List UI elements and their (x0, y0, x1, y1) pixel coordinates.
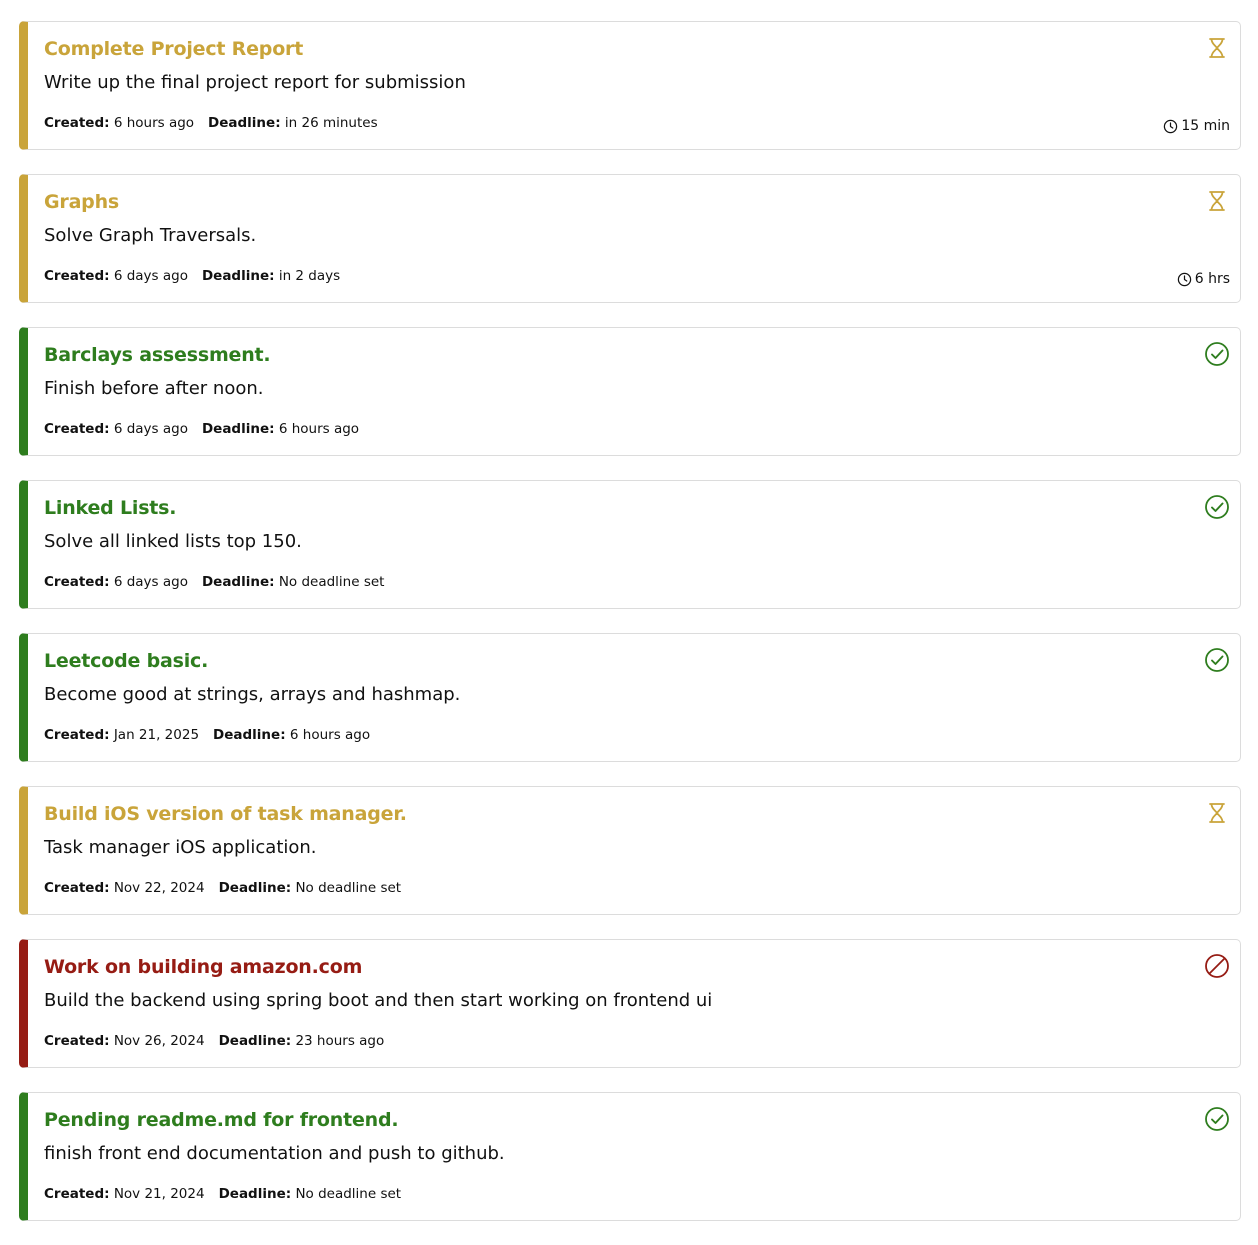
deadline-group: Deadline: No deadline set (219, 1186, 402, 1202)
deadline-group: Deadline: in 2 days (202, 268, 340, 284)
deadline-value: 6 hours ago (289, 727, 371, 743)
task-description: Task manager iOS application. (44, 837, 317, 858)
deadline-label: Deadline: (201, 268, 275, 284)
created-group: Created: 6 days ago (44, 421, 188, 437)
created-value: 6 hours ago (113, 115, 195, 131)
deadline-value: 6 hours ago (278, 421, 360, 437)
task-description: finish front end documentation and push … (44, 1143, 505, 1164)
created-value: Nov 26, 2024 (113, 1033, 205, 1049)
task-description: Solve all linked lists top 150. (44, 531, 302, 552)
deadline-value: 23 hours ago (295, 1033, 385, 1049)
clock-icon (1177, 272, 1191, 286)
deadline-value: in 2 days (278, 268, 341, 284)
created-group: Created: Jan 21, 2025 (44, 727, 199, 743)
created-group: Created: 6 days ago (44, 574, 188, 590)
created-value: Jan 21, 2025 (113, 727, 200, 743)
task-card-3[interactable]: Barclays assessment. Finish before after… (19, 327, 1241, 456)
deadline-label: Deadline: (201, 574, 275, 590)
task-meta: Created: Jan 21, 2025 Deadline: 6 hours a… (44, 727, 384, 743)
task-card-1[interactable]: Complete Project Report Write up the fin… (19, 21, 1241, 150)
ban-icon[interactable] (1204, 953, 1230, 979)
created-group: Created: 6 days ago (44, 268, 188, 284)
task-card-4[interactable]: Linked Lists. Solve all linked lists top… (19, 480, 1241, 609)
check-circle-icon[interactable] (1204, 1106, 1230, 1132)
task-card-7[interactable]: Work on building amazon.com Build the ba… (19, 939, 1241, 1068)
deadline-value: No deadline set (295, 1186, 402, 1202)
check-circle-icon[interactable] (1204, 494, 1230, 520)
task-title: Complete Project Report (44, 38, 304, 60)
task-meta: Created: 6 days ago Deadline: 6 hours ago (44, 421, 373, 437)
deadline-group: Deadline: 6 hours ago (213, 727, 370, 743)
task-meta: Created: 6 days ago Deadline: in 2 days (44, 268, 354, 284)
created-value: 6 days ago (113, 574, 188, 590)
check-circle-icon[interactable] (1204, 341, 1230, 367)
created-label: Created: (44, 727, 110, 743)
hourglass-icon[interactable] (1204, 35, 1230, 61)
clock-icon (1164, 119, 1178, 133)
deadline-label: Deadline: (208, 115, 281, 131)
time-estimate-value: 6 hrs (1194, 271, 1230, 287)
time-estimate-value: 15 min (1181, 118, 1230, 134)
task-title: Linked Lists. (44, 497, 177, 519)
deadline-label: Deadline: (218, 1033, 292, 1049)
deadline-label: Deadline: (201, 421, 275, 437)
deadline-label: Deadline: (218, 880, 292, 896)
task-title: Graphs (44, 191, 120, 213)
task-meta: Created: Nov 22, 2024 Deadline: No deadli… (44, 880, 415, 896)
deadline-group: Deadline: 23 hours ago (219, 1033, 385, 1049)
created-value: 6 days ago (113, 268, 188, 284)
task-title: Barclays assessment. (44, 344, 271, 366)
task-card-5[interactable]: Leetcode basic. Become good at strings, … (19, 633, 1241, 762)
task-description: Build the backend using spring boot and … (44, 990, 713, 1011)
created-label: Created: (44, 268, 110, 284)
task-description: Write up the final project report for su… (44, 72, 466, 93)
created-value: Nov 22, 2024 (113, 880, 205, 896)
deadline-group: Deadline: No deadline set (202, 574, 385, 590)
task-title: Work on building amazon.com (44, 956, 363, 978)
task-meta: Created: Nov 26, 2024 Deadline: 23 hours … (44, 1033, 398, 1049)
task-card-8[interactable]: Pending readme.md for frontend. finish f… (19, 1092, 1241, 1221)
deadline-value: in 26 minutes (284, 115, 378, 131)
time-estimate: 15 min (1163, 118, 1230, 134)
task-description: Become good at strings, arrays and hashm… (44, 684, 461, 705)
created-group: Created: 6 hours ago (44, 115, 194, 131)
deadline-value: No deadline set (278, 574, 385, 590)
task-card-6[interactable]: Build iOS version of task manager. Task … (19, 786, 1241, 915)
deadline-value: No deadline set (295, 880, 402, 896)
created-group: Created: Nov 22, 2024 (44, 880, 205, 896)
task-meta: Created: 6 hours ago Deadline: in 26 minu… (44, 115, 392, 131)
deadline-group: Deadline: No deadline set (219, 880, 402, 896)
created-label: Created: (44, 1186, 110, 1202)
created-group: Created: Nov 21, 2024 (44, 1186, 205, 1202)
task-card-2[interactable]: Graphs Solve Graph Traversals. Created: … (19, 174, 1241, 303)
task-title: Leetcode basic. (44, 650, 209, 672)
created-value: Nov 21, 2024 (113, 1186, 205, 1202)
created-group: Created: Nov 26, 2024 (44, 1033, 205, 1049)
task-list: Complete Project Report Write up the fin… (19, 21, 1241, 1245)
time-estimate: 6 hrs (1177, 271, 1230, 287)
task-description: Solve Graph Traversals. (44, 225, 257, 246)
hourglass-icon[interactable] (1204, 800, 1230, 826)
deadline-group: Deadline: in 26 minutes (208, 115, 378, 131)
deadline-group: Deadline: 6 hours ago (202, 421, 359, 437)
check-circle-icon[interactable] (1204, 647, 1230, 673)
created-label: Created: (44, 421, 110, 437)
created-label: Created: (44, 115, 110, 131)
created-label: Created: (44, 574, 110, 590)
task-title: Build iOS version of task manager. (44, 803, 407, 825)
task-description: Finish before after noon. (44, 378, 264, 399)
hourglass-icon[interactable] (1204, 188, 1230, 214)
deadline-label: Deadline: (213, 727, 286, 743)
created-value: 6 days ago (113, 421, 188, 437)
deadline-label: Deadline: (218, 1186, 292, 1202)
task-title: Pending readme.md for frontend. (44, 1109, 399, 1131)
created-label: Created: (44, 880, 110, 896)
task-meta: Created: 6 days ago Deadline: No deadline… (44, 574, 398, 590)
task-meta: Created: Nov 21, 2024 Deadline: No deadli… (44, 1186, 415, 1202)
created-label: Created: (44, 1033, 110, 1049)
